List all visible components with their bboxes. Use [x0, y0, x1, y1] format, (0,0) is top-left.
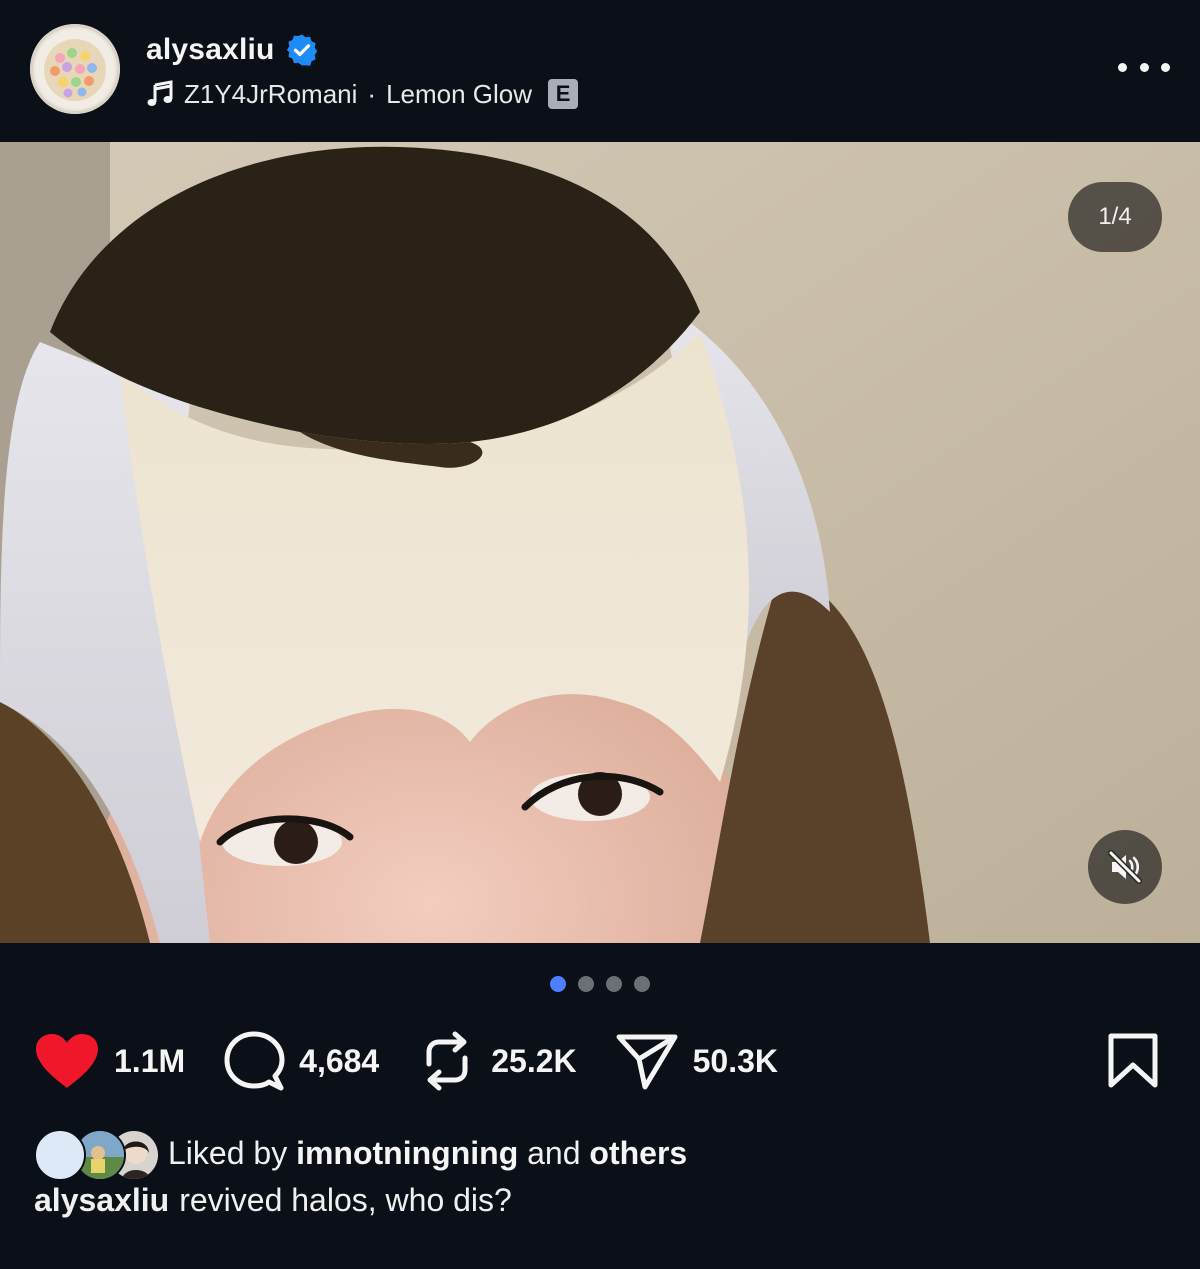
- carousel-dot[interactable]: [606, 976, 622, 992]
- post-media[interactable]: 1/4: [0, 142, 1200, 943]
- like-button[interactable]: 1.1M: [34, 1032, 185, 1090]
- post-author-username[interactable]: alysaxliu: [146, 33, 275, 67]
- post-action-bar: 1.1M 4,684 25.2K 50.3K: [34, 1028, 816, 1094]
- comment-count: 4,684: [299, 1042, 380, 1079]
- carousel-dots: [0, 976, 1200, 994]
- comment-bubble-icon: [224, 1031, 285, 1091]
- carousel-page-indicator: 1/4: [1068, 182, 1162, 252]
- liked-by-row[interactable]: Liked by imnotningning and others: [34, 1128, 687, 1181]
- repost-icon: [426, 1031, 468, 1091]
- caption-username[interactable]: alysaxliu: [34, 1182, 169, 1219]
- explicit-badge: E: [548, 79, 579, 109]
- carousel-dot[interactable]: [634, 976, 650, 992]
- bookmark-icon: [1108, 1033, 1158, 1088]
- more-options-button[interactable]: [1118, 52, 1170, 82]
- save-button[interactable]: [1106, 1032, 1160, 1090]
- muted-speaker-icon: [1108, 850, 1142, 884]
- repost-count: 25.2K: [491, 1042, 577, 1079]
- share-button[interactable]: 50.3K: [615, 1031, 778, 1091]
- audio-artist: Z1Y4JrRomani: [184, 78, 358, 109]
- send-icon: [616, 1034, 678, 1090]
- liker-avatar: [34, 1129, 86, 1181]
- post-header: alysaxliu Z1Y4JrRomani · Lemon Glow E: [0, 0, 1200, 142]
- username-row: alysaxliu: [146, 30, 319, 70]
- more-dot: [1118, 62, 1127, 72]
- music-note-icon: [146, 80, 174, 108]
- more-dot: [1139, 62, 1149, 72]
- liked-by-prefix: Liked by: [168, 1134, 288, 1171]
- liker-avatars: [34, 1128, 160, 1181]
- audio-attribution[interactable]: Z1Y4JrRomani · Lemon Glow E: [146, 76, 579, 112]
- liked-by-username[interactable]: imnotningning: [296, 1135, 518, 1172]
- audio-song-title: Lemon Glow: [386, 78, 533, 109]
- heart-filled-icon: [36, 1034, 98, 1088]
- carousel-dot[interactable]: [578, 976, 594, 992]
- post-caption: alysaxliu revived halos, who dis?: [34, 1176, 512, 1224]
- audio-separator: ·: [367, 78, 377, 109]
- like-count: 1.1M: [114, 1042, 186, 1079]
- comment-button[interactable]: 4,684: [223, 1030, 379, 1092]
- caption-text: revived halos, who dis?: [179, 1181, 512, 1218]
- more-dot: [1161, 62, 1170, 72]
- cereal-bowl-avatar-image: [35, 29, 115, 109]
- profile-avatar[interactable]: [30, 24, 120, 114]
- post-photo: [0, 142, 1200, 943]
- carousel-dot-active[interactable]: [550, 976, 566, 992]
- repost-button[interactable]: 25.2K: [417, 1030, 577, 1092]
- share-count: 50.3K: [692, 1042, 778, 1079]
- verified-badge-icon: [285, 33, 319, 67]
- liked-by-connector: and: [527, 1134, 581, 1171]
- mute-toggle-button[interactable]: [1088, 830, 1162, 904]
- liked-by-others[interactable]: others: [589, 1135, 687, 1172]
